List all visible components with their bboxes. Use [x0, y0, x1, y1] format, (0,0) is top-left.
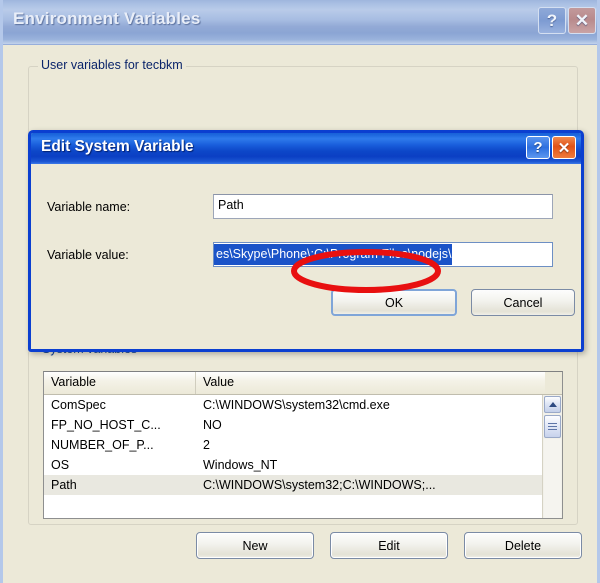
list-vertical-scrollbar[interactable]: [542, 395, 562, 519]
variable-name-input[interactable]: Path: [213, 194, 553, 219]
grip-icon: [548, 421, 557, 432]
system-variables-list[interactable]: Variable Value ComSpec C:\WINDOWS\system…: [43, 371, 563, 519]
table-row[interactable]: NUMBER_OF_P... 2: [44, 435, 562, 455]
column-header-variable[interactable]: Variable: [44, 372, 196, 394]
help-icon[interactable]: ?: [538, 7, 566, 34]
outer-window-controls: ? ✕: [538, 7, 596, 34]
variable-value-selected-text: es\Skype\Phone\;C:\Program Files\nodejs\: [214, 244, 452, 265]
system-variables-actions: New Edit Delete: [196, 532, 582, 559]
close-icon[interactable]: ✕: [568, 7, 596, 34]
scroll-up-icon[interactable]: [544, 396, 561, 413]
scrollbar-track[interactable]: [544, 439, 561, 519]
list-body: ComSpec C:\WINDOWS\system32\cmd.exe FP_N…: [44, 395, 562, 519]
cell-value: C:\WINDOWS\system32\cmd.exe: [196, 398, 545, 412]
table-row[interactable]: Path C:\WINDOWS\system32;C:\WINDOWS;...: [44, 475, 562, 495]
inner-title-bar[interactable]: Edit System Variable ? ✕: [31, 133, 581, 164]
variable-value-input[interactable]: es\Skype\Phone\;C:\Program Files\nodejs\: [213, 242, 553, 267]
outer-client-area: User variables for tecbkm System variabl…: [6, 44, 600, 580]
environment-variables-window: Environment Variables ? ✕ User variables…: [0, 0, 600, 583]
edit-button[interactable]: Edit: [330, 532, 448, 559]
scrollbar-thumb[interactable]: [544, 415, 561, 438]
cell-variable: NUMBER_OF_P...: [44, 438, 196, 452]
list-header-row: Variable Value: [44, 372, 562, 395]
new-button[interactable]: New: [196, 532, 314, 559]
close-icon[interactable]: ✕: [552, 136, 576, 159]
user-variables-group-label: User variables for tecbkm: [38, 58, 186, 72]
ok-button[interactable]: OK: [331, 289, 457, 316]
inner-window-controls: ? ✕: [526, 136, 576, 159]
cell-variable: OS: [44, 458, 196, 472]
cell-value: C:\WINDOWS\system32;C:\WINDOWS;...: [196, 478, 545, 492]
cell-variable: ComSpec: [44, 398, 196, 412]
delete-button[interactable]: Delete: [464, 532, 582, 559]
table-row[interactable]: ComSpec C:\WINDOWS\system32\cmd.exe: [44, 395, 562, 415]
variable-value-label: Variable value:: [47, 248, 129, 262]
cell-variable: FP_NO_HOST_C...: [44, 418, 196, 432]
edit-system-variable-dialog: Edit System Variable ? ✕ Variable name: …: [28, 130, 584, 352]
help-icon[interactable]: ?: [526, 136, 550, 159]
table-row[interactable]: OS Windows_NT: [44, 455, 562, 475]
cell-variable: Path: [44, 478, 196, 492]
column-header-value[interactable]: Value: [196, 372, 545, 394]
text-caret: [452, 247, 453, 262]
variable-name-label: Variable name:: [47, 200, 130, 214]
inner-dialog-title: Edit System Variable: [41, 138, 194, 156]
cancel-button[interactable]: Cancel: [471, 289, 575, 316]
cell-value: 2: [196, 438, 545, 452]
table-row[interactable]: FP_NO_HOST_C... NO: [44, 415, 562, 435]
outer-window-title: Environment Variables: [13, 9, 201, 29]
cell-value: Windows_NT: [196, 458, 545, 472]
outer-title-bar[interactable]: Environment Variables ? ✕: [3, 0, 600, 45]
cell-value: NO: [196, 418, 545, 432]
inner-dialog-body: Variable name: Path Variable value: es\S…: [31, 164, 581, 349]
